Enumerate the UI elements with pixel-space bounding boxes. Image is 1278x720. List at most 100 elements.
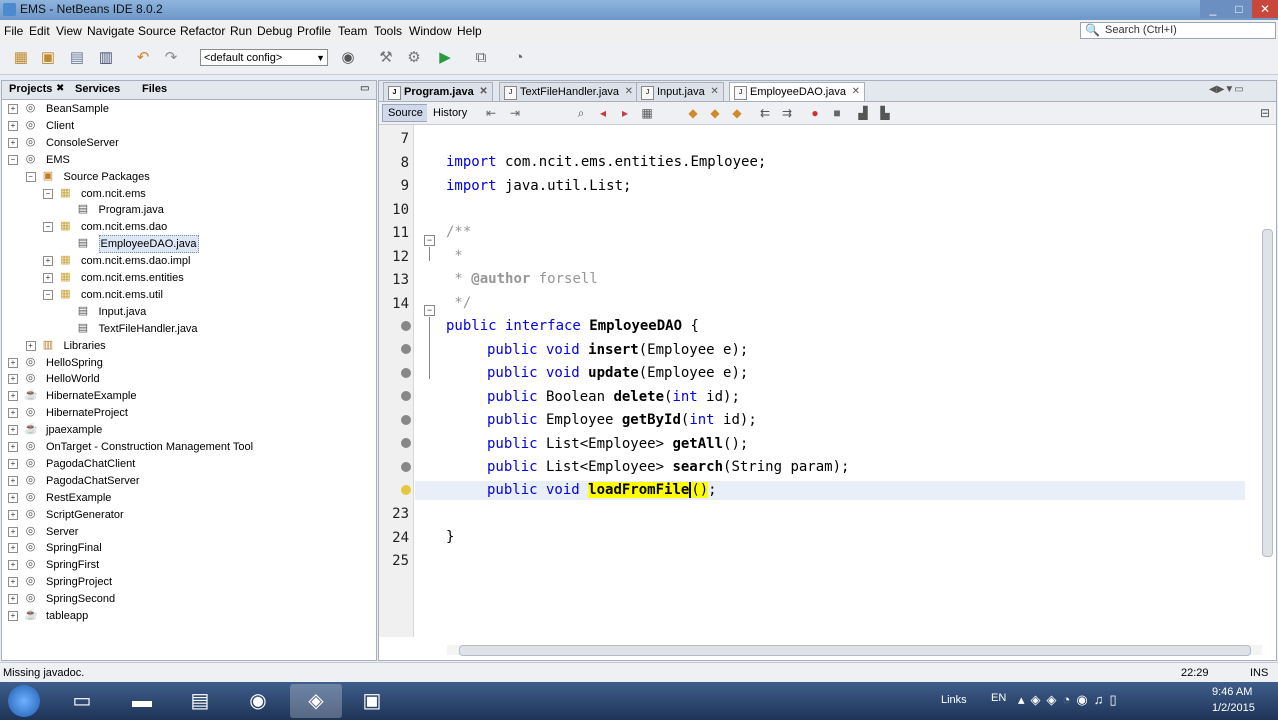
start-macro-icon[interactable]: ●: [807, 105, 823, 121]
language-indicator[interactable]: EN: [991, 692, 1006, 704]
menu-debug[interactable]: Debug: [257, 24, 292, 38]
menu-tools[interactable]: Tools: [374, 24, 402, 38]
start-button[interactable]: [8, 685, 40, 717]
implemented-icon[interactable]: [401, 415, 411, 425]
expand-icon[interactable]: +: [8, 137, 18, 148]
chrome-icon[interactable]: ◉: [232, 684, 284, 718]
globe-icon[interactable]: ◉: [337, 47, 359, 69]
implemented-icon[interactable]: [401, 391, 411, 401]
stop-macro-icon[interactable]: ■: [829, 105, 845, 121]
expand-icon[interactable]: +: [25, 340, 36, 351]
menu-navigate[interactable]: Navigate: [87, 24, 134, 38]
tab-input-java[interactable]: J Input.java ✕: [636, 82, 724, 101]
save-all-icon[interactable]: ▥: [95, 47, 117, 69]
profile-icon[interactable]: ◔: [508, 47, 530, 69]
menu-profile[interactable]: Profile: [297, 24, 331, 38]
terminal-icon[interactable]: ▬: [116, 684, 168, 718]
expand-icon[interactable]: +: [8, 594, 18, 605]
camtasia-icon[interactable]: ▣: [346, 684, 398, 718]
horizontal-scrollbar[interactable]: [447, 645, 1262, 656]
menu-view[interactable]: View: [56, 24, 82, 38]
tab-projects[interactable]: Projects: [9, 83, 52, 95]
expand-icon[interactable]: +: [8, 104, 18, 114]
expand-icon[interactable]: +: [8, 560, 18, 571]
expand-icon[interactable]: +: [8, 526, 18, 537]
expand-icon[interactable]: +: [8, 492, 18, 503]
close-button[interactable]: ✕: [1252, 0, 1278, 18]
clean-build-icon[interactable]: ⚙: [403, 47, 425, 69]
expand-icon[interactable]: +: [43, 256, 53, 267]
expand-icon[interactable]: +: [8, 120, 18, 131]
debug-icon[interactable]: ⧉: [470, 47, 492, 69]
scroll-tabs-icon[interactable]: ◀▶▼▭: [1209, 84, 1244, 95]
next-bookmark-icon[interactable]: ◆: [707, 105, 723, 121]
redo-icon[interactable]: ↷: [160, 47, 182, 69]
config-select[interactable]: <default config> ▼: [200, 49, 328, 66]
close-icon[interactable]: ✖: [56, 83, 64, 94]
minimize-button[interactable]: _: [1200, 0, 1226, 18]
find-prev-icon[interactable]: ◂: [595, 105, 611, 121]
menu-source[interactable]: Source: [138, 24, 176, 38]
collapse-icon[interactable]: −: [43, 188, 53, 199]
find-icon[interactable]: ⌕: [573, 105, 589, 121]
implemented-icon[interactable]: [401, 344, 411, 354]
close-icon[interactable]: ✕: [852, 83, 860, 101]
expand-icon[interactable]: +: [8, 543, 18, 554]
fold-toggle-icon[interactable]: −: [424, 235, 435, 246]
expand-icon[interactable]: +: [8, 577, 18, 588]
links-toolbar[interactable]: Links: [941, 694, 967, 706]
close-icon[interactable]: ✕: [625, 83, 633, 101]
expand-icon[interactable]: +: [8, 442, 18, 452]
menu-edit[interactable]: Edit: [29, 24, 50, 38]
find-next-icon[interactable]: ▸: [617, 105, 633, 121]
netbeans-icon[interactable]: ◈: [290, 684, 342, 718]
clock-date[interactable]: 1/2/2015: [1212, 702, 1255, 714]
collapse-icon[interactable]: −: [43, 289, 53, 300]
minimize-panel-icon[interactable]: ▭: [360, 83, 369, 94]
expand-icon[interactable]: +: [8, 408, 18, 419]
implemented-icon[interactable]: [401, 438, 411, 448]
forward-icon[interactable]: ⇥: [507, 105, 523, 121]
expand-icon[interactable]: +: [8, 391, 18, 402]
implemented-icon[interactable]: [401, 462, 411, 472]
new-project-icon[interactable]: ▣: [37, 47, 59, 69]
vertical-scrollbar[interactable]: [1262, 129, 1273, 634]
close-icon[interactable]: ✕: [710, 83, 718, 101]
shift-left-icon[interactable]: ⇇: [757, 105, 773, 121]
menu-refactor[interactable]: Refactor: [180, 24, 225, 38]
fold-toggle-icon[interactable]: −: [424, 305, 435, 316]
toggle-highlight-icon[interactable]: ▦: [639, 105, 655, 121]
expand-icon[interactable]: +: [8, 475, 18, 486]
toggle-bookmark-icon[interactable]: ◆: [729, 105, 745, 121]
expand-icon[interactable]: +: [8, 425, 18, 436]
back-icon[interactable]: ⇤: [483, 105, 499, 121]
run-icon[interactable]: ▶: [434, 47, 456, 69]
history-button[interactable]: History: [427, 104, 474, 122]
source-button[interactable]: Source: [382, 104, 429, 122]
tab-program-java[interactable]: J Program.java ✕: [383, 82, 493, 101]
file-manager-icon[interactable]: ▭: [56, 684, 108, 718]
expand-icon[interactable]: +: [43, 273, 53, 283]
expand-icon[interactable]: +: [8, 374, 18, 385]
implemented-icon[interactable]: [401, 368, 411, 378]
tab-files[interactable]: Files: [142, 83, 167, 95]
menu-run[interactable]: Run: [230, 24, 252, 38]
collapse-icon[interactable]: −: [43, 222, 53, 233]
maximize-button[interactable]: □: [1226, 0, 1252, 18]
close-icon[interactable]: ✕: [479, 83, 487, 101]
menu-window[interactable]: Window: [409, 24, 452, 38]
expand-icon[interactable]: +: [8, 357, 18, 368]
undo-icon[interactable]: ↶: [132, 47, 154, 69]
split-icon[interactable]: ⊟: [1257, 105, 1273, 121]
tab-textfilehandler-java[interactable]: J TextFileHandler.java ✕: [499, 82, 639, 101]
folder-icon[interactable]: ▤: [174, 684, 226, 718]
expand-icon[interactable]: +: [8, 509, 18, 520]
search-input[interactable]: 🔍 Search (Ctrl+I): [1080, 22, 1276, 39]
tab-services[interactable]: Services: [75, 83, 120, 95]
hint-bulb-icon[interactable]: [401, 485, 411, 495]
prev-bookmark-icon[interactable]: ◆: [685, 105, 701, 121]
implemented-icon[interactable]: [401, 321, 411, 331]
expand-icon[interactable]: +: [8, 458, 18, 469]
comment-icon[interactable]: ▟: [855, 105, 871, 121]
clock-time[interactable]: 9:46 AM: [1212, 686, 1252, 698]
